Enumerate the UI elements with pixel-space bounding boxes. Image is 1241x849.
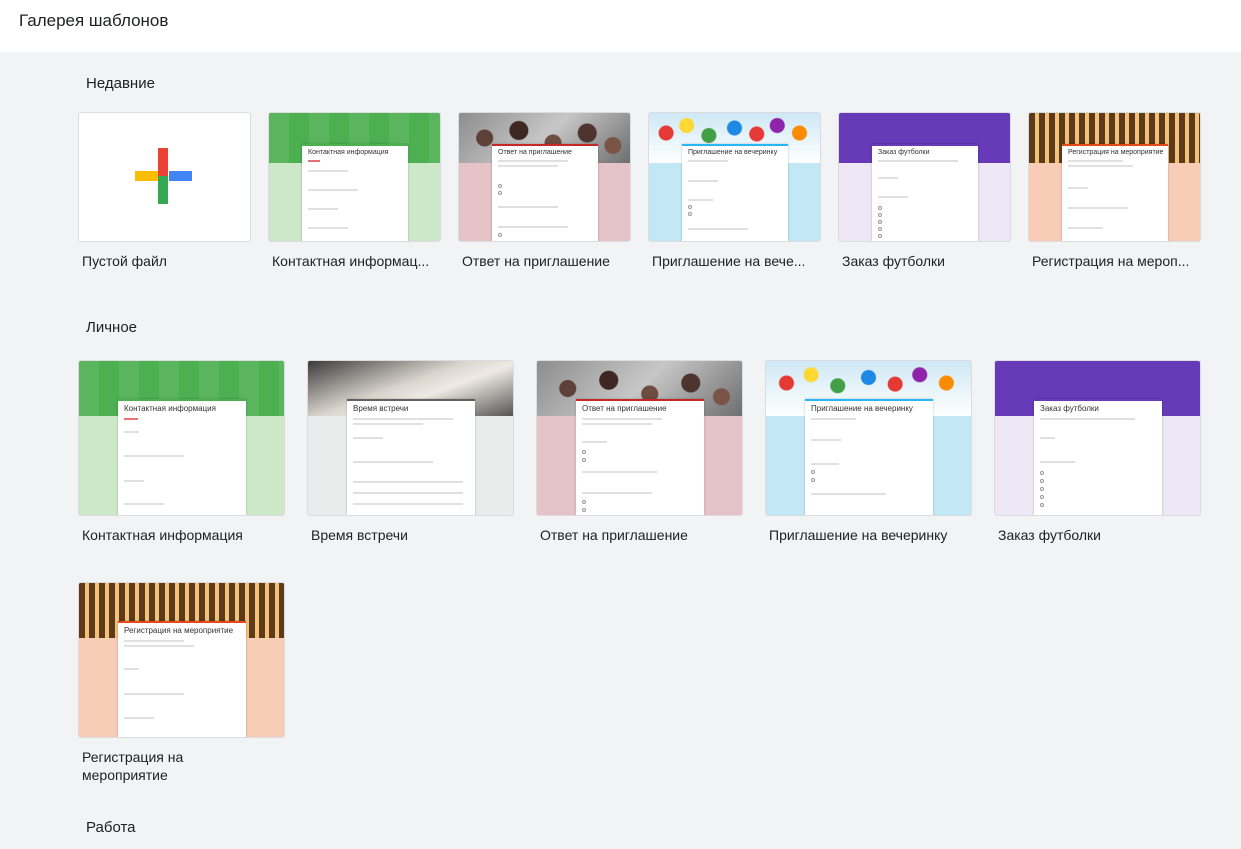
- template-event-registration[interactable]: Регистрация на мероприятие Регистрация н…: [1028, 112, 1201, 272]
- template-label: Ответ на приглашение: [540, 527, 688, 543]
- plus-icon-horizontal: [135, 171, 192, 181]
- template-label: Контактная информация: [82, 527, 243, 543]
- template-label: Приглашение на вече...: [652, 253, 806, 269]
- template-thumbnail: Приглашение на вечеринку: [648, 112, 821, 242]
- template-thumbnail: Ответ на приглашение: [536, 360, 743, 516]
- template-contact-info[interactable]: Контактная информация Контактная информа…: [78, 360, 285, 550]
- section-title-work: Работа: [86, 819, 136, 836]
- template-party-invite[interactable]: Приглашение на вечеринку Приглашение на …: [648, 112, 821, 272]
- template-thumbnail: Контактная информация: [268, 112, 441, 242]
- template-tshirt-order[interactable]: Заказ футболки Заказ футболки: [994, 360, 1201, 550]
- template-thumbnail: Заказ футболки: [994, 360, 1201, 516]
- template-thumbnail: Приглашение на вечеринку: [765, 360, 972, 516]
- section-title-personal: Личное: [86, 319, 138, 336]
- template-meeting-time[interactable]: Время встречи Время встречи: [307, 360, 514, 550]
- template-label: Ответ на приглашение: [462, 253, 610, 269]
- template-thumbnail: [78, 112, 251, 242]
- template-label: Время встречи: [311, 527, 408, 543]
- template-rsvp[interactable]: Ответ на приглашение Ответ на приглашени…: [536, 360, 743, 550]
- template-label: Регистрация на мероприятие: [82, 749, 184, 783]
- template-label: Регистрация на мероп...: [1032, 253, 1190, 269]
- template-thumbnail: Ответ на приглашение: [458, 112, 631, 242]
- template-tshirt-order[interactable]: Заказ футболки Заказ футболки: [838, 112, 1011, 272]
- template-label: Заказ футболки: [842, 253, 945, 269]
- section-title-recent: Недавние: [86, 75, 155, 92]
- template-party-invite[interactable]: Приглашение на вечеринку Приглашение на …: [765, 360, 972, 550]
- template-thumbnail: Заказ футболки: [838, 112, 1011, 242]
- page-title: Галерея шаблонов: [19, 11, 169, 30]
- template-label: Заказ футболки: [998, 527, 1101, 543]
- template-contact-info[interactable]: Контактная информация Контактная информа…: [268, 112, 441, 272]
- template-thumbnail: Контактная информация: [78, 360, 285, 516]
- template-thumbnail: Регистрация на мероприятие: [78, 582, 285, 738]
- template-label: Контактная информац...: [272, 253, 430, 269]
- gallery-header: Галерея шаблонов: [0, 0, 1241, 52]
- template-label: Пустой файл: [82, 253, 167, 269]
- template-blank[interactable]: Пустой файл: [78, 112, 251, 272]
- template-label: Приглашение на вечеринку: [769, 527, 948, 543]
- template-thumbnail: Регистрация на мероприятие: [1028, 112, 1201, 242]
- template-event-registration[interactable]: Регистрация на мероприятие Регистрация н…: [78, 582, 285, 786]
- template-thumbnail: Время встречи: [307, 360, 514, 516]
- template-rsvp[interactable]: Ответ на приглашение Ответ на приглашени…: [458, 112, 631, 272]
